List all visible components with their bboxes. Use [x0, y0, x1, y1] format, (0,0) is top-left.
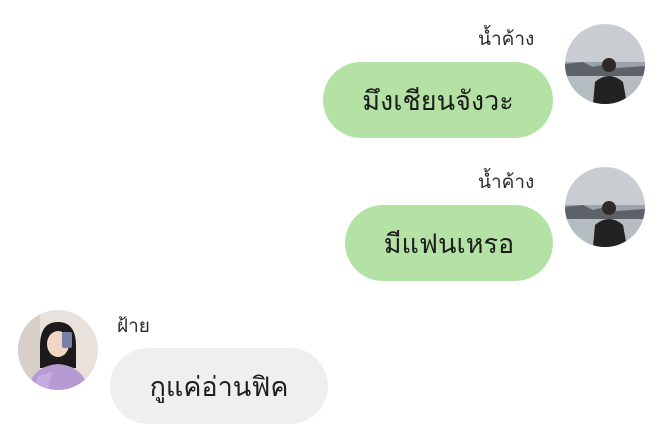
message-bubble[interactable]: มีแฟนเหรอ [345, 205, 553, 281]
receiver-avatar-icon[interactable] [18, 310, 98, 390]
sender-avatar-icon[interactable] [565, 167, 645, 247]
sender-name: น้ำค้าง [478, 28, 535, 50]
sender-name: ฝ้าย [117, 315, 150, 337]
sender-name: น้ำค้าง [478, 171, 535, 193]
message-bubble[interactable]: มึงเชียนจังวะ [323, 62, 553, 138]
sender-avatar-icon[interactable] [565, 24, 645, 104]
message-bubble[interactable]: กูแค่อ่านฟิค [110, 348, 328, 424]
